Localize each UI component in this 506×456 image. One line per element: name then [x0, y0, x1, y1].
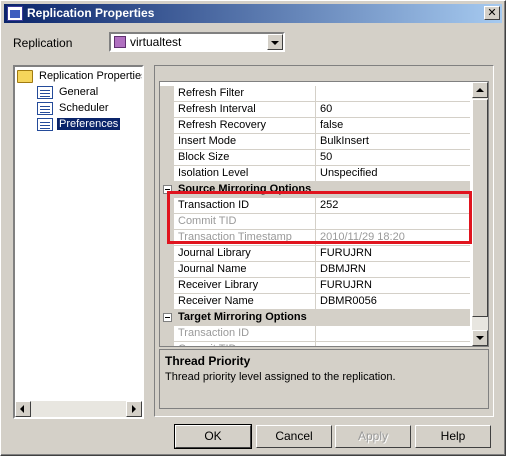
row-margin — [160, 86, 174, 102]
property-name: Insert Mode — [174, 134, 316, 150]
scroll-down-icon[interactable] — [472, 330, 488, 346]
property-value[interactable]: BulkInsert — [316, 134, 470, 150]
page-icon — [37, 118, 53, 131]
replication-label: Replication — [13, 36, 73, 50]
property-value[interactable]: FURUJRN — [316, 246, 470, 262]
row-margin — [160, 326, 174, 342]
scroll-thumb[interactable] — [472, 99, 488, 317]
property-value[interactable]: FURUJRN — [316, 278, 470, 294]
apply-button[interactable]: Apply — [335, 425, 411, 448]
tree-item-label: Preferences — [57, 118, 121, 130]
window-title: Replication Properties — [27, 6, 155, 20]
property-row[interactable]: Insert Mode BulkInsert — [160, 134, 470, 150]
cancel-label: Cancel — [275, 429, 313, 443]
property-row[interactable]: Journal Name DBMJRN — [160, 262, 470, 278]
close-button[interactable]: ✕ — [484, 6, 500, 20]
collapse-icon[interactable] — [163, 313, 172, 322]
property-name: Transaction ID — [174, 326, 316, 342]
property-value[interactable]: 60 — [316, 102, 470, 118]
page-icon — [37, 86, 53, 99]
property-row[interactable]: Block Size 50 — [160, 150, 470, 166]
property-name: Isolation Level — [174, 166, 316, 182]
property-value[interactable]: DBMJRN — [316, 262, 470, 278]
scroll-up-icon[interactable] — [472, 82, 488, 98]
property-value[interactable]: 50 — [316, 150, 470, 166]
tree-item-label: Scheduler — [59, 102, 109, 114]
description-title: Thread Priority — [165, 354, 251, 368]
property-name: Refresh Filter — [174, 86, 316, 102]
property-name: Journal Library — [174, 246, 316, 262]
row-margin — [160, 166, 174, 182]
property-row[interactable]: Refresh Recovery false — [160, 118, 470, 134]
property-row[interactable]: Isolation Level Unspecified — [160, 166, 470, 182]
property-row[interactable]: Commit TID — [160, 342, 470, 346]
property-name: Refresh Recovery — [174, 118, 316, 134]
property-value — [316, 326, 470, 342]
property-row[interactable]: Receiver Library FURUJRN — [160, 278, 470, 294]
property-value[interactable]: false — [316, 118, 470, 134]
app-icon — [7, 6, 23, 21]
property-row[interactable]: Refresh Filter — [160, 86, 470, 102]
property-value[interactable]: DBMR0056 — [316, 294, 470, 310]
property-value — [316, 342, 470, 346]
row-margin — [160, 262, 174, 278]
category-label: Target Mirroring Options — [178, 311, 307, 323]
row-margin — [160, 150, 174, 166]
property-row[interactable]: Transaction ID — [160, 326, 470, 342]
tree-horizontal-scrollbar[interactable] — [15, 401, 142, 417]
property-name: Receiver Library — [174, 278, 316, 294]
cancel-button[interactable]: Cancel — [256, 425, 332, 448]
property-tree: Replication Properties General Scheduler… — [13, 65, 144, 419]
grid-vertical-scrollbar[interactable] — [472, 82, 488, 346]
property-name: Receiver Name — [174, 294, 316, 310]
property-value[interactable]: Unspecified — [316, 166, 470, 182]
property-name: Commit TID — [174, 342, 316, 346]
property-row[interactable]: Receiver Name DBMR0056 — [160, 294, 470, 310]
tree-item-label: Replication Properties — [39, 70, 144, 82]
description-panel: Thread Priority Thread priority level as… — [159, 349, 489, 409]
row-margin — [160, 102, 174, 118]
title-bar: Replication Properties ✕ — [4, 4, 502, 23]
replication-selected-value: virtualtest — [130, 35, 182, 49]
dropdown-arrow-icon[interactable] — [267, 34, 283, 50]
row-margin — [160, 342, 174, 346]
apply-label: Apply — [357, 429, 389, 443]
description-text: Thread priority level assigned to the re… — [165, 371, 396, 383]
replication-select[interactable]: virtualtest — [109, 32, 285, 52]
folder-icon — [17, 70, 33, 83]
property-category[interactable]: Target Mirroring Options — [160, 310, 470, 326]
page-icon — [37, 102, 53, 115]
property-value[interactable] — [316, 86, 470, 102]
property-name: Journal Name — [174, 262, 316, 278]
row-margin — [160, 294, 174, 310]
replication-properties-dialog: Replication Properties ✕ Replication vir… — [0, 0, 506, 456]
row-margin — [160, 134, 174, 150]
help-label: Help — [440, 429, 466, 443]
property-name: Block Size — [174, 150, 316, 166]
replication-icon — [114, 36, 126, 48]
row-margin — [160, 278, 174, 294]
scroll-left-icon[interactable] — [15, 401, 31, 417]
ok-button[interactable]: OK — [174, 424, 252, 449]
highlight-annotation-box — [167, 191, 472, 244]
ok-label: OK — [204, 429, 222, 443]
tree-item-label: General — [59, 86, 99, 98]
property-row[interactable]: Journal Library FURUJRN — [160, 246, 470, 262]
property-name: Refresh Interval — [174, 102, 316, 118]
scroll-right-icon[interactable] — [126, 401, 142, 417]
help-button[interactable]: Help — [415, 425, 491, 448]
row-margin — [160, 246, 174, 262]
row-margin — [160, 118, 174, 134]
property-row[interactable]: Refresh Interval 60 — [160, 102, 470, 118]
